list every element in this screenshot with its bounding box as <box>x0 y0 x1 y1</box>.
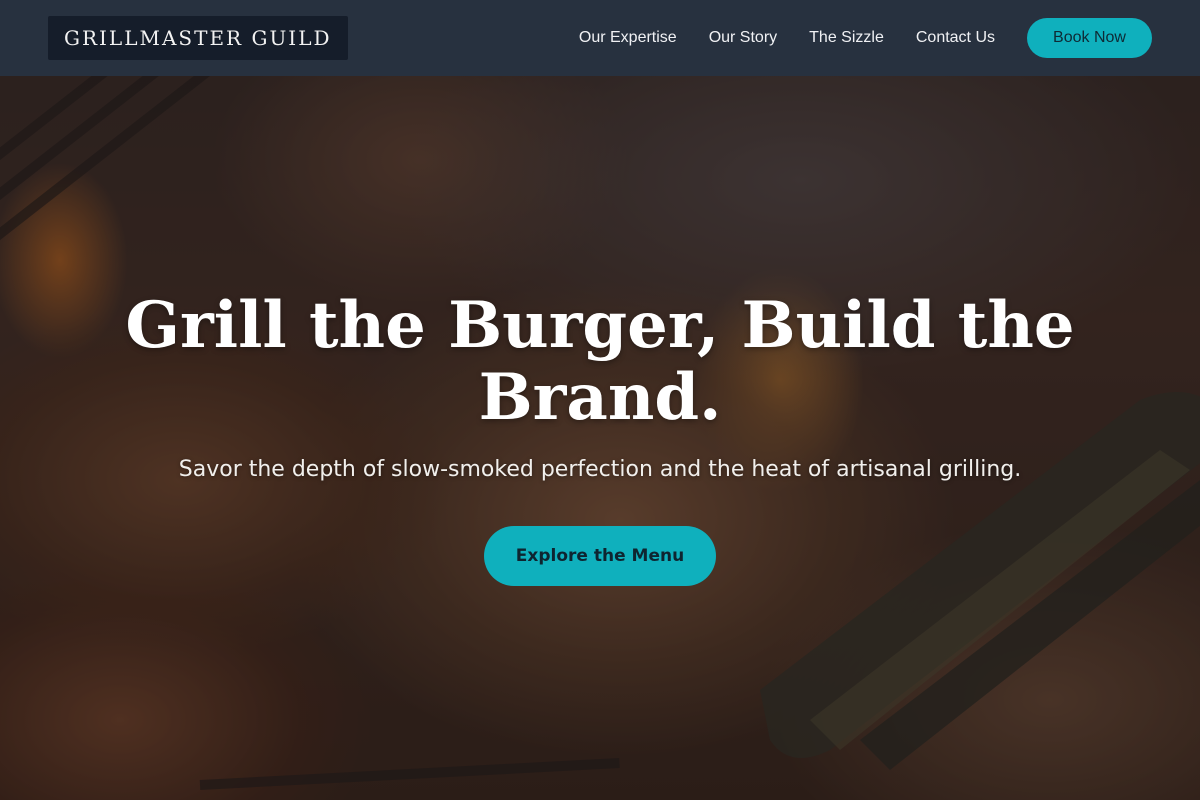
nav-link-contact-us[interactable]: Contact Us <box>916 29 995 47</box>
nav-link-our-expertise[interactable]: Our Expertise <box>579 29 677 47</box>
nav-link-our-story[interactable]: Our Story <box>709 29 777 47</box>
explore-menu-button[interactable]: Explore the Menu <box>484 526 716 586</box>
nav-link-the-sizzle[interactable]: The Sizzle <box>809 29 884 47</box>
hero-subtitle: Savor the depth of slow-smoked perfectio… <box>178 457 1022 482</box>
site-header: GRILLMASTER GUILD Our Expertise Our Stor… <box>0 0 1200 76</box>
main-nav: Our Expertise Our Story The Sizzle Conta… <box>579 18 1152 58</box>
hero-title: Grill the Burger, Build the Brand. <box>125 288 1075 435</box>
book-now-button[interactable]: Book Now <box>1027 18 1152 58</box>
hero-section: Grill the Burger, Build the Brand. Savor… <box>0 76 1200 800</box>
brand-logo[interactable]: GRILLMASTER GUILD <box>48 16 348 60</box>
